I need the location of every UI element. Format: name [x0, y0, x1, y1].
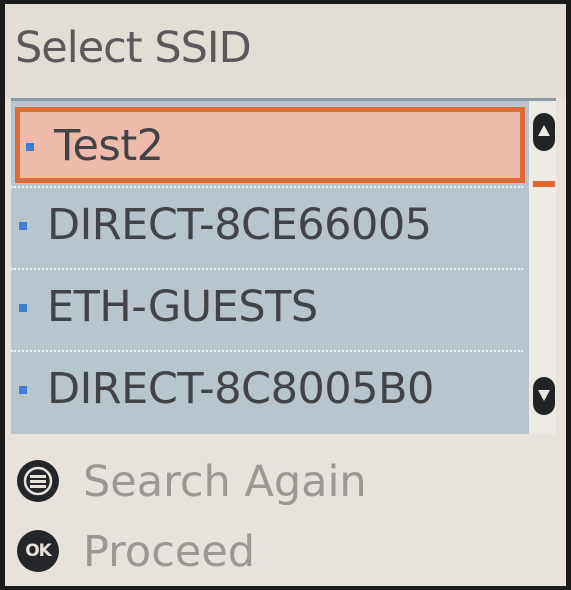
- bullet-icon: [19, 386, 27, 394]
- page-title: Select SSID: [15, 23, 252, 73]
- search-again-action[interactable]: Search Again: [17, 454, 517, 510]
- scroll-down-button[interactable]: [533, 377, 555, 415]
- ok-icon-text: OK: [25, 541, 52, 561]
- ssid-list-item-selected[interactable]: Test2: [15, 107, 525, 183]
- menu-circle-icon: [17, 460, 59, 502]
- printer-lcd-screen: Select SSID Test2 DIRECT-8CE66005 ETH-GU…: [5, 4, 566, 586]
- ssid-list-item[interactable]: DIRECT-8CE66005: [11, 187, 523, 267]
- ssid-list-item[interactable]: ETH-GUESTS: [11, 269, 523, 349]
- ssid-label: ETH-GUESTS: [47, 282, 318, 332]
- ssid-list-item[interactable]: DIRECT-8C8005B0: [11, 351, 523, 431]
- ssid-list: Test2 DIRECT-8CE66005 ETH-GUESTS DIRECT-…: [11, 98, 556, 436]
- ssid-label: DIRECT-8C8005B0: [47, 364, 434, 414]
- bullet-icon: [26, 143, 34, 151]
- bullet-icon: [19, 304, 27, 312]
- proceed-action[interactable]: OK Proceed: [17, 524, 517, 580]
- ssid-label: DIRECT-8CE66005: [47, 200, 432, 250]
- proceed-label: Proceed: [83, 527, 256, 577]
- scroll-position-indicator: [533, 181, 555, 187]
- title-bar: Select SSID: [5, 4, 566, 98]
- scrollbar[interactable]: [529, 101, 556, 434]
- triangle-down-icon: [538, 390, 550, 401]
- action-bar: Search Again OK Proceed: [5, 434, 566, 586]
- ok-button-icon: OK: [17, 530, 59, 572]
- scroll-up-button[interactable]: [533, 113, 555, 151]
- triangle-up-icon: [538, 125, 550, 136]
- bullet-icon: [19, 222, 27, 230]
- ssid-label: Test2: [54, 121, 164, 171]
- search-again-label: Search Again: [83, 457, 367, 507]
